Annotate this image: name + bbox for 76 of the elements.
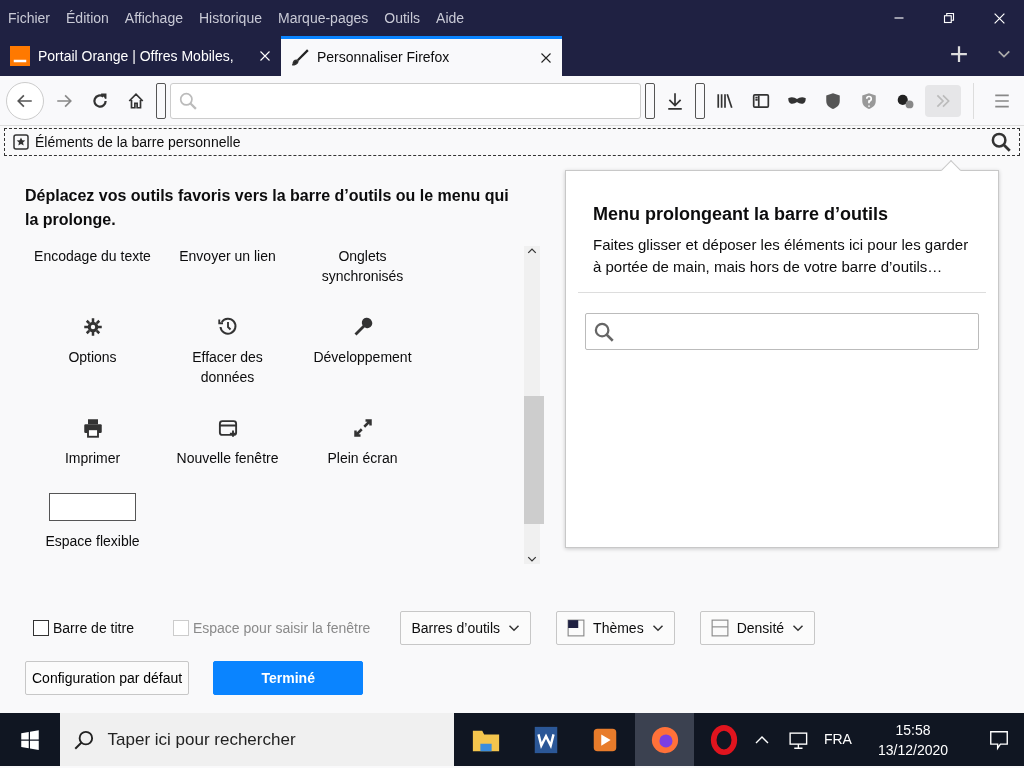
close-icon <box>992 11 1006 25</box>
reload-icon <box>91 91 109 110</box>
search-icon <box>179 91 197 110</box>
restore-icon <box>943 12 955 24</box>
dropdown-button[interactable]: Densité <box>699 611 816 645</box>
back-button[interactable] <box>6 81 44 120</box>
tab[interactable]: Portail Orange | Offres Mobiles, <box>0 36 281 76</box>
menu-item[interactable]: Affichage <box>116 0 191 36</box>
url-field[interactable] <box>170 82 641 119</box>
palette-item-label: Onglets synchronisés <box>320 247 405 286</box>
wrench-icon[interactable] <box>352 317 373 337</box>
firefox-button[interactable] <box>634 713 695 766</box>
windows-logo-icon <box>19 729 40 750</box>
tab-title: Personnaliser Firefox <box>317 48 451 67</box>
checkbox[interactable] <box>33 620 49 636</box>
ring-icon <box>709 724 740 755</box>
panel-title: Menu prolongeant la barre d’outils <box>592 203 890 226</box>
search-icon <box>594 321 614 342</box>
gear-icon[interactable] <box>82 317 103 337</box>
toolbar-label: Éléments de la barre personnelle <box>35 132 242 152</box>
section-heading: Déplacez vos outils favoris vers la barre d’outils ou le menu qui la prolonge. <box>25 186 510 230</box>
language-indicator[interactable]: FRA <box>823 729 852 750</box>
tab[interactable]: Personnaliser Firefox <box>281 36 562 76</box>
clock-time: 15:58 <box>894 720 932 740</box>
brush-icon <box>291 48 309 67</box>
button[interactable]: Terminé <box>213 661 364 695</box>
search-field[interactable] <box>585 313 979 350</box>
menu-item[interactable]: Historique <box>190 0 270 36</box>
palette-item-label: Espace flexible <box>45 532 140 551</box>
flexible-space-item[interactable] <box>49 493 136 521</box>
close-icon[interactable] <box>540 51 552 64</box>
chevron-down-icon[interactable] <box>527 554 537 564</box>
dropdown-button[interactable]: Barres d’outils <box>400 611 532 645</box>
menu-item[interactable]: Édition <box>58 0 117 36</box>
chevron-up-icon[interactable] <box>527 246 537 256</box>
density-icon <box>710 619 729 637</box>
tab-title: Portail Orange | Offres Mobiles, <box>38 46 235 66</box>
search-icon <box>73 729 94 750</box>
dropdown-button[interactable]: Thèmes <box>556 611 675 645</box>
theme-icon <box>567 619 586 637</box>
button[interactable]: Configuration par défaut <box>25 661 190 695</box>
shield-icon <box>824 91 842 110</box>
checkbox-label: Espace pour saisir la fenêtre <box>192 618 371 638</box>
flexible-space <box>695 82 705 119</box>
palette-item-label: Encodage du texte <box>34 247 151 266</box>
palette-item-label: Effacer des données <box>191 348 264 387</box>
palette-item-label: Options <box>68 348 117 367</box>
speech-bubble-icon <box>988 728 1011 751</box>
shield-question-icon <box>860 91 878 110</box>
scrollbar-thumb[interactable] <box>524 396 544 524</box>
home-icon <box>127 91 145 110</box>
sidebar-icon <box>752 91 770 110</box>
printer-icon[interactable] <box>82 418 103 438</box>
palette-item-label: Imprimer <box>64 449 121 468</box>
new-window-icon[interactable] <box>217 418 238 438</box>
download-icon <box>666 91 684 110</box>
palette-item-label: Envoyer un lien <box>179 247 276 266</box>
menu-item[interactable]: Outils <box>376 0 429 36</box>
clock-date: 13/12/2020 <box>877 740 949 760</box>
site-logo-icon <box>10 46 30 66</box>
library-icon <box>716 91 734 110</box>
history-icon[interactable] <box>217 317 238 337</box>
palette-item-label: Nouvelle fenêtre <box>176 449 279 468</box>
taskbar-search-field[interactable]: Taper ici pour rechercher <box>59 713 455 766</box>
expand-icon[interactable] <box>352 418 373 438</box>
menu-item[interactable]: Fichier <box>0 0 58 36</box>
search-icon[interactable] <box>991 132 1011 152</box>
menu-item[interactable]: Marque-pages <box>270 0 377 36</box>
flexible-space <box>645 82 655 119</box>
panel-description: Faites glisser et déposer les éléments ici pour les garder à portée de main, mais hors de votre barre d’outils… <box>592 235 970 277</box>
plus-icon <box>950 45 968 63</box>
flexible-space <box>156 82 166 119</box>
menu-item[interactable]: Aide <box>428 0 473 36</box>
palette-item-label: Développement <box>313 348 412 367</box>
checkbox-label: Barre de titre <box>53 618 134 638</box>
palette-item-label: Plein écran <box>327 449 398 468</box>
